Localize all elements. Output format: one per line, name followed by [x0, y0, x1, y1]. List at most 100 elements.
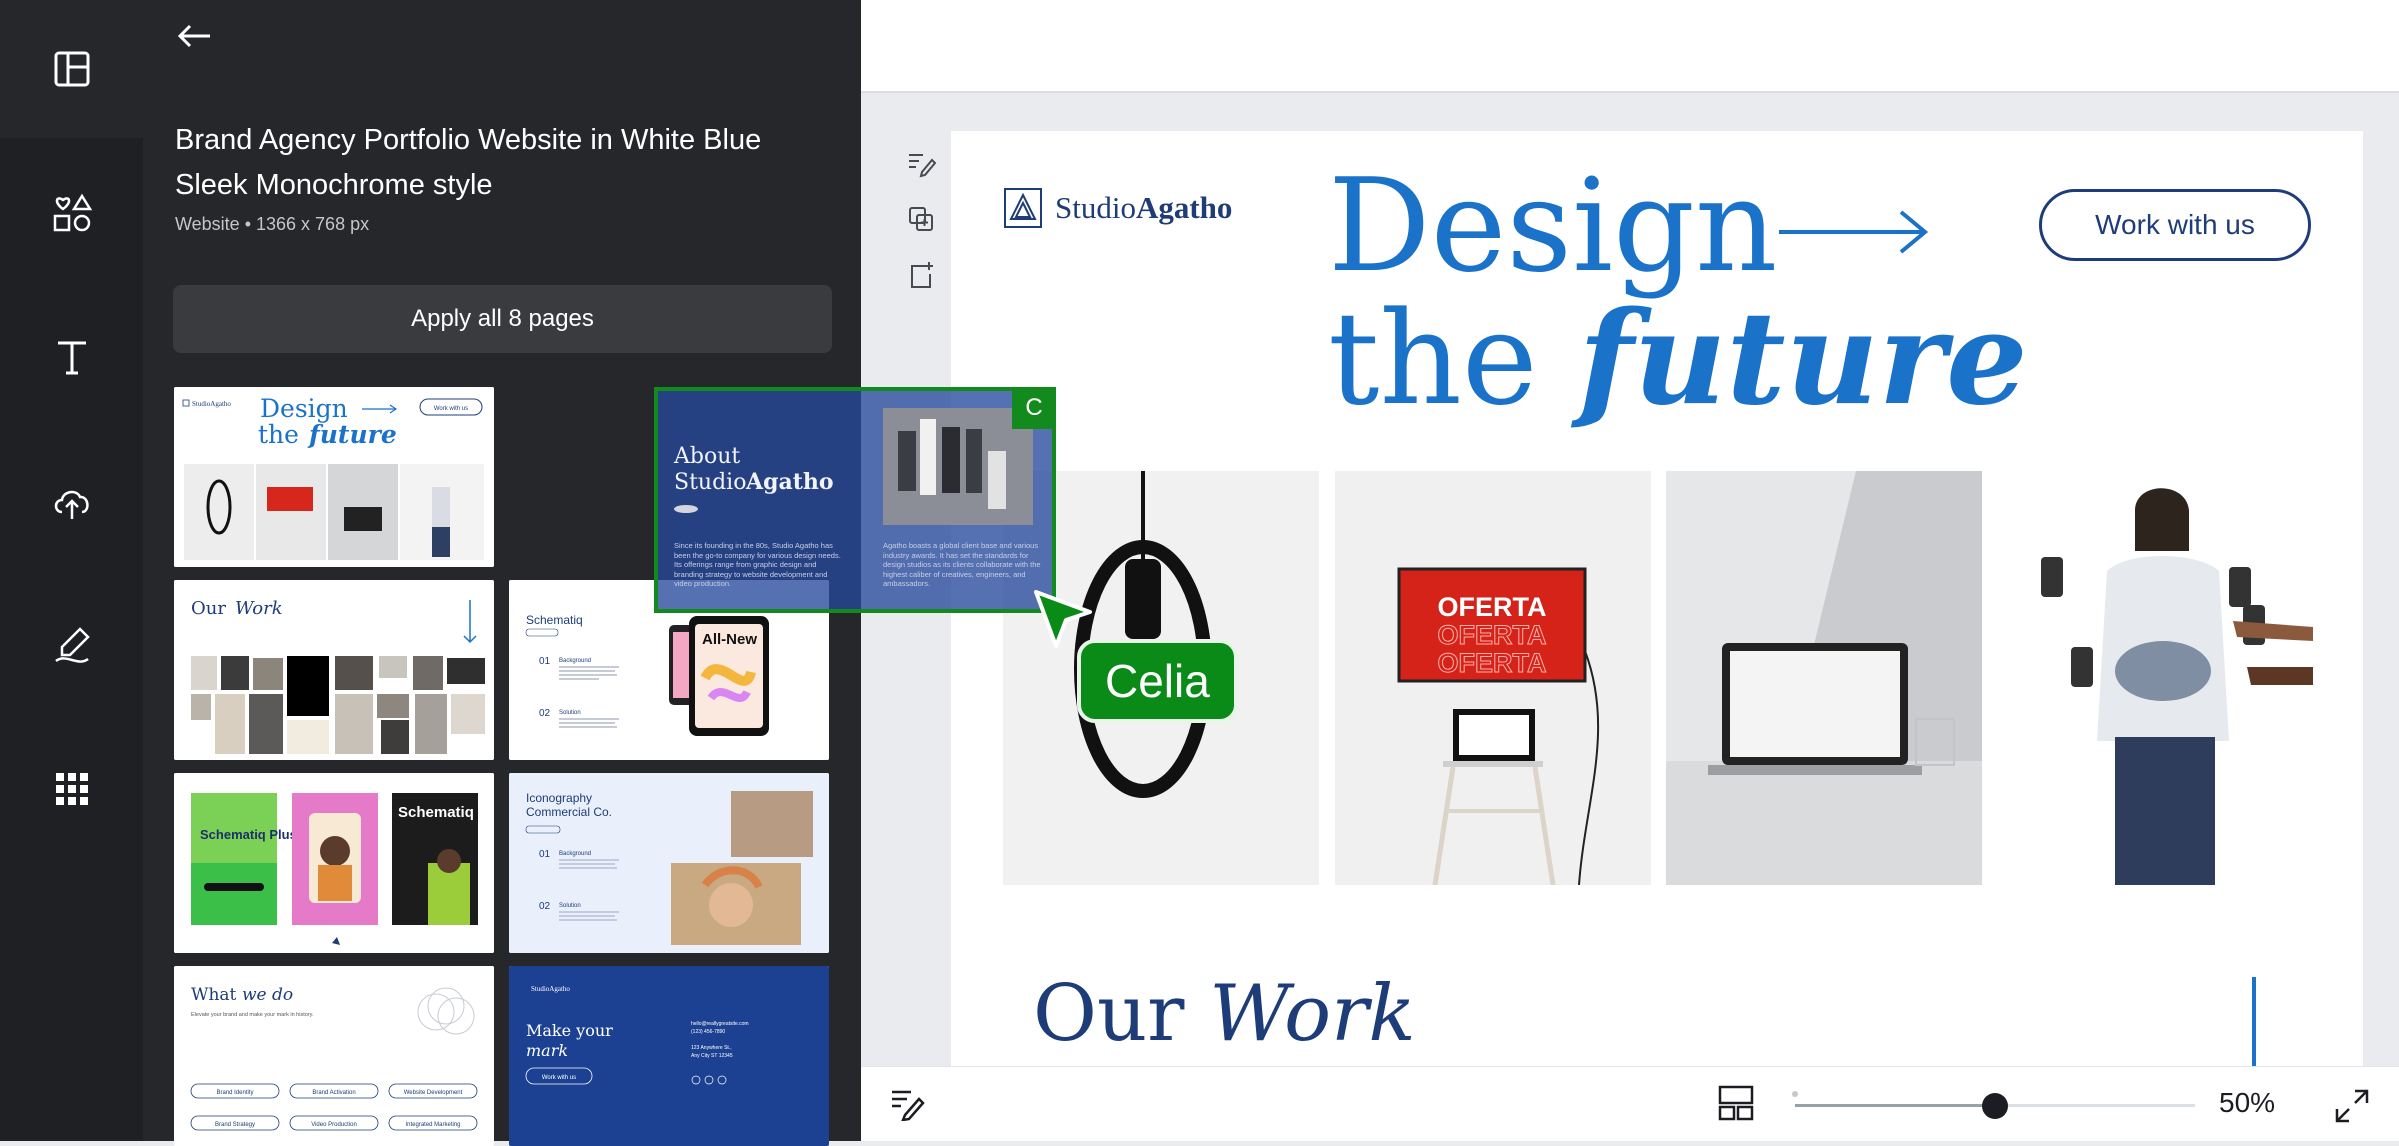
oferta-line-2: OFERTA — [1438, 620, 1547, 650]
brand-name-b: Agatho — [1135, 190, 1233, 225]
page-side-tools — [893, 135, 949, 303]
apply-all-pages-button[interactable]: Apply all 8 pages — [173, 285, 832, 353]
woman-phones-image — [1997, 471, 2313, 885]
thumb-5-card2: Schematiq Plus+ — [398, 804, 494, 821]
thumb-4-step1-label: Background — [559, 658, 591, 664]
hero-line2-a: the — [1328, 285, 1579, 434]
design-canvas-page[interactable]: StudioAgatho Design the future Work with… — [951, 131, 2363, 1066]
icon-rail — [0, 0, 143, 1141]
rail-apps[interactable] — [0, 734, 143, 844]
thumb-6-step1-label: Background — [559, 851, 591, 857]
expand-icon — [2335, 1089, 2369, 1123]
laptop-image — [1666, 471, 1982, 885]
thumb-1-title2-a: the — [258, 420, 299, 449]
ghost-paragraph-1: Since its founding in the 80s, Studio Ag… — [674, 541, 841, 588]
zoom-slider[interactable] — [1795, 1093, 2195, 1119]
thumb-3-title-a: Our — [191, 598, 226, 619]
notes-icon — [892, 1090, 925, 1122]
thumb-7-pill-2: Brand Activation — [312, 1090, 355, 1096]
work-with-us-button[interactable]: Work with us — [2039, 189, 2311, 261]
page-notes-button[interactable] — [893, 135, 949, 191]
thumb-6-title: Iconography Commercial Co. — [526, 791, 613, 819]
add-page-button[interactable] — [893, 247, 949, 303]
hero-line2-b: future — [1578, 284, 2028, 434]
duplicate-icon — [909, 207, 933, 231]
thumb-4-step2: 02 — [539, 708, 551, 719]
thumb-3-preview: Our Work — [174, 580, 494, 760]
layout-icon — [54, 51, 89, 87]
thumb-8-button: Work with us — [542, 1075, 576, 1081]
thumb-1-button: Work with us — [434, 406, 468, 412]
notes-button[interactable] — [889, 1087, 925, 1126]
brand-logo[interactable]: StudioAgatho — [1003, 187, 1232, 229]
photo-woman-phones[interactable] — [1997, 471, 2313, 885]
thumb-7-title-a: What — [191, 985, 237, 1005]
thumb-6-step2-label: Solution — [559, 903, 581, 909]
collaborator-initial-badge: C — [1012, 387, 1056, 429]
notes-edit-icon — [909, 154, 936, 178]
zoom-slider-fill — [1795, 1104, 1995, 1107]
blue-divider-line — [2252, 977, 2256, 1066]
cloud-upload-icon — [54, 490, 89, 519]
page-view-button[interactable] — [1716, 1084, 1756, 1127]
zoom-slider-thumb[interactable] — [1982, 1093, 2008, 1119]
rail-uploads[interactable] — [0, 446, 143, 556]
shapes-icon — [53, 193, 92, 232]
thumb-8-address2: Any City ST 12345 — [691, 1053, 733, 1059]
ghost-title-c: Agatho — [745, 469, 834, 495]
oferta-display-image: OFERTA OFERTA OFERTA — [1335, 471, 1651, 885]
oferta-line-3: OFERTA — [1438, 648, 1547, 678]
template-page-thumb-3[interactable]: Our Work — [174, 580, 494, 760]
thumb-4-device-text: All-New — [702, 631, 757, 648]
back-button[interactable] — [171, 18, 219, 54]
rail-draw[interactable] — [0, 590, 143, 700]
rail-elements[interactable] — [0, 158, 143, 268]
thumb-1-preview: StudioAgatho Design the future Work with… — [174, 387, 494, 567]
thumb-1-title2-b: future — [307, 420, 397, 449]
dragged-page-preview[interactable]: About Studio Agatho Since its founding i… — [654, 387, 1056, 613]
template-page-thumb-5[interactable]: Schematiq Plus+ Schematiq Plus+ — [174, 773, 494, 953]
about-page-preview: About Studio Agatho Since its founding i… — [673, 408, 1041, 588]
section-title-our-work[interactable]: Our Work — [1033, 969, 1416, 1059]
add-page-icon — [911, 262, 933, 288]
template-title: Brand Agency Portfolio Website in White … — [175, 124, 762, 201]
ghost-title-a: About — [673, 444, 740, 469]
photo-laptop[interactable] — [1666, 471, 1982, 885]
thumb-7-title-b: we do — [242, 985, 293, 1005]
thumb-6-step1: 01 — [539, 849, 551, 860]
thumb-5-preview: Schematiq Plus+ Schematiq Plus+ — [174, 773, 494, 953]
photo-oferta-display[interactable]: OFERTA OFERTA OFERTA — [1335, 471, 1651, 885]
apps-grid-icon — [55, 773, 88, 805]
thumb-5-card1: Schematiq Plus+ — [200, 827, 305, 842]
thumb-8-preview: StudioAgatho Make your mark Work with us… — [509, 966, 829, 1146]
hero-headline[interactable]: Design the future — [1328, 161, 2028, 426]
text-icon — [57, 341, 86, 375]
thumb-4-step2-label: Solution — [559, 710, 581, 716]
thumb-4-step1: 01 — [539, 656, 551, 667]
thumb-8-email: hello@reallygreatsite.com — [691, 1021, 749, 1027]
fullscreen-button[interactable] — [2333, 1087, 2371, 1130]
template-page-thumb-1[interactable]: StudioAgatho Design the future Work with… — [174, 387, 494, 567]
template-page-thumb-6[interactable]: Iconography Commercial Co. 01 Background… — [509, 773, 829, 953]
thumb-1-brand: StudioAgatho — [192, 400, 231, 408]
template-page-thumb-8[interactable]: StudioAgatho Make your mark Work with us… — [509, 966, 829, 1146]
thumb-8-address1: 123 Anywhere St., — [691, 1045, 732, 1051]
editor-topbar — [861, 0, 2399, 93]
zoom-percentage[interactable]: 50% — [2219, 1087, 2275, 1119]
brand-name: StudioAgatho — [1055, 190, 1232, 226]
thumb-8-title-b: mark — [526, 1041, 568, 1060]
thumb-6-step2: 02 — [539, 901, 551, 912]
zoom-min-dot — [1792, 1091, 1798, 1097]
rail-text[interactable] — [0, 302, 143, 412]
arrow-left-icon — [177, 24, 210, 48]
thumb-8-brand: StudioAgatho — [531, 985, 570, 993]
draw-icon — [54, 627, 90, 663]
rail-design[interactable] — [0, 14, 143, 124]
template-page-thumb-7[interactable]: What we do Elevate your brand and make y… — [174, 966, 494, 1146]
duplicate-page-button[interactable] — [893, 191, 949, 247]
thumb-4-title: Schematiq — [526, 613, 583, 627]
thumb-7-pill-6: Integrated Marketing — [405, 1122, 460, 1128]
thumb-8-phone: (123) 456-7890 — [691, 1029, 725, 1035]
thumb-8-title-a: Make your — [526, 1021, 613, 1040]
thumb-7-pill-1: Brand Identity — [216, 1090, 253, 1096]
